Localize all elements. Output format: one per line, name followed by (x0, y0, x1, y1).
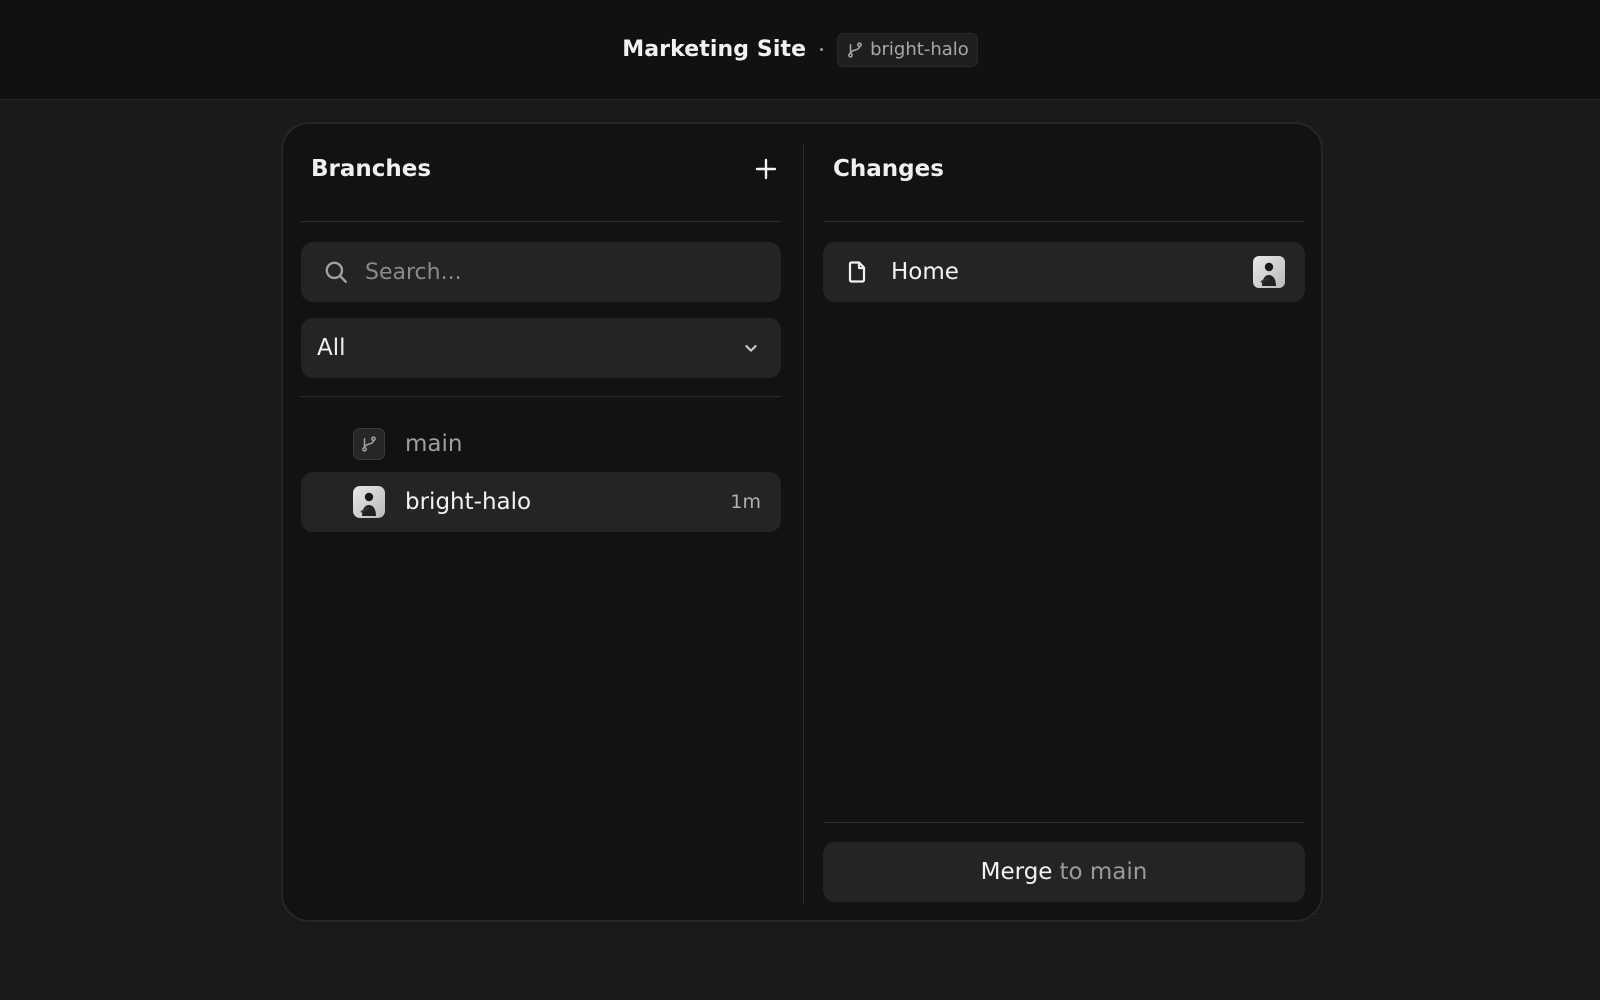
changes-column: Changes Home Merge to main (823, 124, 1305, 924)
branches-header: Branches (301, 124, 781, 222)
column-divider (803, 144, 804, 904)
change-row-home[interactable]: Home (823, 242, 1305, 302)
branch-name: bright-halo (405, 489, 532, 515)
branch-updated-time: 1m (730, 491, 761, 513)
merge-button[interactable]: Merge to main (823, 842, 1305, 902)
list-divider (301, 396, 781, 397)
user-avatar-icon (360, 492, 376, 516)
branch-search[interactable] (301, 242, 781, 302)
branch-icon (362, 436, 376, 452)
search-icon (325, 261, 347, 283)
change-page-name: Home (891, 259, 959, 285)
current-branch-pill[interactable]: bright-halo (837, 32, 978, 67)
branch-name: main (405, 431, 463, 457)
search-input[interactable] (365, 259, 745, 285)
branch-row-main[interactable]: main (301, 414, 781, 474)
branches-title: Branches (311, 156, 432, 182)
project-title: Marketing Site (622, 37, 807, 62)
current-branch-label: bright-halo (870, 39, 969, 60)
branch-row-bright-halo[interactable]: bright-halo 1m (301, 472, 781, 532)
user-avatar-icon (1260, 262, 1276, 286)
file-icon (848, 261, 866, 283)
changes-header: Changes (823, 124, 1305, 222)
merge-target: to main (1059, 859, 1148, 885)
merge-verb: Merge (980, 859, 1053, 885)
branches-panel: Branches All (281, 122, 1323, 922)
branches-column: Branches All (301, 124, 781, 924)
branch-icon (848, 41, 863, 58)
branch-icon-badge (353, 428, 385, 460)
footer-divider (823, 822, 1305, 823)
avatar (353, 486, 385, 518)
plus-icon (755, 158, 777, 180)
separator-dot (820, 48, 824, 51)
top-bar: Marketing Site bright-halo (0, 0, 1600, 100)
add-branch-button[interactable] (751, 154, 781, 184)
filter-value: All (317, 335, 346, 361)
changes-title: Changes (833, 156, 944, 182)
chevron-down-icon (745, 345, 757, 352)
branch-filter-select[interactable]: All (301, 318, 781, 378)
avatar (1253, 256, 1285, 288)
